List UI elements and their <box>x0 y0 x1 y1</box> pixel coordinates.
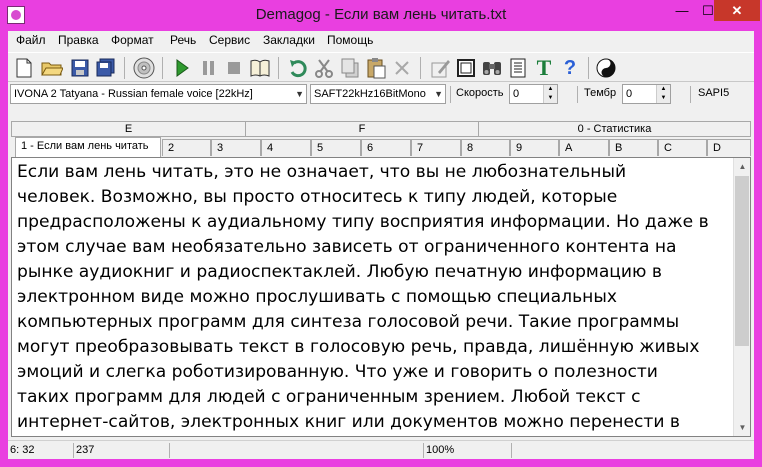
save-all-icon[interactable] <box>94 56 118 80</box>
speed-label: Скорость <box>456 87 504 99</box>
timbre-value: 0 <box>626 88 633 100</box>
copy-icon[interactable] <box>338 56 362 80</box>
toolbar: T ? <box>8 52 754 82</box>
toolbar-separator <box>162 57 163 79</box>
help-icon[interactable]: ? <box>558 56 582 80</box>
text-editor[interactable]: Если вам лень читать, это не означает, ч… <box>11 157 751 437</box>
format-select[interactable]: SAFT22kHz16BitMono ▼ <box>310 84 446 104</box>
scroll-up-icon[interactable]: ▲ <box>734 158 750 175</box>
tab-1[interactable]: 1 - Если вам лень читать <box>15 137 161 157</box>
pause-icon[interactable] <box>196 56 220 80</box>
tab-d[interactable]: D <box>707 139 751 156</box>
menu-service[interactable]: Сервис <box>209 33 250 47</box>
voicebar-separator <box>690 86 691 103</box>
title-bar[interactable]: Demagog - Если вам лень читать.txt — ☐ ✕ <box>0 0 762 31</box>
tab-group-stats[interactable]: 0 - Статистика <box>478 121 751 137</box>
binoculars-icon[interactable] <box>480 56 504 80</box>
tab-9[interactable]: 9 <box>510 139 559 156</box>
menu-help[interactable]: Помощь <box>327 33 373 47</box>
scroll-down-icon[interactable]: ▼ <box>734 419 750 436</box>
scroll-thumb[interactable] <box>735 176 749 346</box>
toolbar-separator <box>278 57 279 79</box>
format-select-value: SAFT22kHz16BitMono <box>314 88 426 100</box>
client-area: Файл Правка Формат Речь Сервис Закладки … <box>8 31 754 459</box>
list-icon[interactable] <box>506 56 530 80</box>
spinner-arrows-icon[interactable]: ▲ ▼ <box>543 85 557 103</box>
menu-format[interactable]: Формат <box>111 33 154 47</box>
tab-bar: 1 - Если вам лень читать 2 3 4 5 6 7 8 9… <box>11 137 751 157</box>
tab-4[interactable]: 4 <box>261 139 311 156</box>
menu-bar: Файл Правка Формат Речь Сервис Закладки … <box>8 31 754 50</box>
cd-icon[interactable] <box>132 56 156 80</box>
speed-spinner[interactable]: 0 ▲ ▼ <box>509 84 558 104</box>
app-window: Demagog - Если вам лень читать.txt — ☐ ✕… <box>0 0 762 467</box>
timbre-label: Тембр <box>584 87 617 99</box>
voicebar-separator <box>577 86 578 103</box>
font-t-label: T <box>536 55 552 80</box>
stop-icon[interactable] <box>222 56 246 80</box>
cursor-position: 6: 32 <box>8 443 74 458</box>
book-icon[interactable] <box>248 56 272 80</box>
status-empty <box>512 443 754 458</box>
paste-icon[interactable] <box>364 56 388 80</box>
menu-file[interactable]: Файл <box>16 33 46 47</box>
close-button[interactable]: ✕ <box>714 0 760 21</box>
yin-yang-icon[interactable] <box>594 56 618 80</box>
menu-speech[interactable]: Речь <box>170 33 196 47</box>
window-title: Demagog - Если вам лень читать.txt <box>255 6 507 23</box>
spinner-arrows-icon[interactable]: ▲ ▼ <box>656 85 670 103</box>
status-empty <box>170 443 424 458</box>
status-bar: 6: 32 237 100% <box>8 440 754 459</box>
timbre-spinner[interactable]: 0 ▲ ▼ <box>622 84 671 104</box>
voice-select-value: IVONA 2 Tatyana - Russian female voice [… <box>14 88 253 100</box>
new-file-icon[interactable] <box>12 56 36 80</box>
toolbar-separator <box>124 57 125 79</box>
font-t-icon[interactable]: T <box>532 55 556 80</box>
voice-bar: IVONA 2 Tatyana - Russian female voice [… <box>8 83 754 105</box>
speed-value: 0 <box>513 88 520 100</box>
voicebar-separator <box>450 86 451 103</box>
tab-c[interactable]: C <box>658 139 707 156</box>
menu-edit[interactable]: Правка <box>58 33 99 47</box>
save-icon[interactable] <box>68 56 92 80</box>
tab-group-f[interactable]: F <box>245 121 479 137</box>
help-label: ? <box>563 56 577 79</box>
tab-6[interactable]: 6 <box>361 139 411 156</box>
edit-icon[interactable] <box>428 56 452 80</box>
minimize-button[interactable]: — <box>669 0 695 21</box>
cut-icon[interactable] <box>312 56 336 80</box>
tab-a[interactable]: A <box>559 139 609 156</box>
document-text[interactable]: Если вам лень читать, это не означает, ч… <box>17 160 729 435</box>
chevron-down-icon[interactable]: ▼ <box>434 85 443 103</box>
chevron-down-icon[interactable]: ▼ <box>295 85 304 103</box>
menu-bookmarks[interactable]: Закладки <box>263 33 315 47</box>
delete-icon[interactable] <box>390 56 414 80</box>
char-count: 237 <box>74 443 170 458</box>
engine-label: SAPI5 <box>698 87 730 99</box>
open-folder-icon[interactable] <box>40 56 64 80</box>
vertical-scrollbar[interactable]: ▲ ▼ <box>733 158 750 436</box>
tab-7[interactable]: 7 <box>411 139 461 156</box>
tab-3[interactable]: 3 <box>211 139 261 156</box>
tab-group-e[interactable]: E <box>11 121 246 137</box>
toolbar-separator <box>420 57 421 79</box>
toolbar-separator <box>588 57 589 79</box>
tab-5[interactable]: 5 <box>311 139 361 156</box>
tab-2[interactable]: 2 <box>162 139 211 156</box>
zoom-level: 100% <box>424 443 512 458</box>
play-icon[interactable] <box>170 56 194 80</box>
undo-icon[interactable] <box>286 56 310 80</box>
tab-8[interactable]: 8 <box>461 139 510 156</box>
tab-b[interactable]: B <box>609 139 658 156</box>
voice-select[interactable]: IVONA 2 Tatyana - Russian female voice [… <box>10 84 307 104</box>
frame-icon[interactable] <box>454 56 478 80</box>
